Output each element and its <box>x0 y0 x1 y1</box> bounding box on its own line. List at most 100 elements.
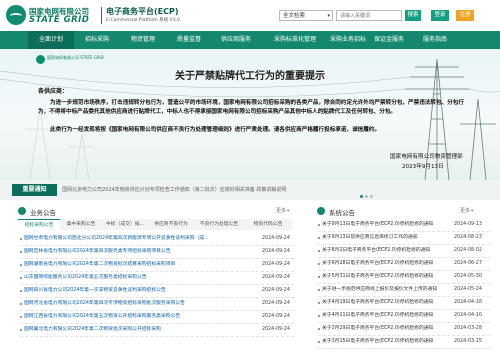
table-row[interactable]: 国网吉林省电力有限公司2024年第四次服务类专项招标采购项目公告 2024-09-… <box>20 246 294 259</box>
tab-tender[interactable]: 招标采购公告 <box>18 219 60 231</box>
sys-title[interactable]: 关于9月13日电子商务平台(ECP2.0)停机检修的通知 <box>322 219 444 231</box>
list-item[interactable]: 关于9月13日前供应商信息库修订工作的通知 2024-08-23 <box>318 232 490 245</box>
row-date: 2024-09-24 <box>262 301 290 306</box>
chevron-down-icon: ▾ <box>327 13 330 19</box>
row-date: 2024-09-24 <box>262 288 290 293</box>
table-row[interactable]: 国网河北省电力有限公司2024年第四次专项物资招标采购批次服务采购公告 2024-… <box>20 298 294 311</box>
sys-title[interactable]: 关于4月19日电子商务平台(ECP2.0)停机检修的通知 <box>322 297 444 309</box>
banner-logo-icon <box>36 55 45 64</box>
row-date: 2024-09-24 <box>262 249 290 254</box>
banner-paragraph-1: 为进一步规范市场秩序，打击违规转分包行为，营造公平的市场环境，国家电网有限公司招… <box>38 100 464 115</box>
sys-title[interactable]: 关于6月28日电子商务平台(ECP2.0)停机检修的通知 <box>322 258 444 270</box>
sys-date: 2024-04-10 <box>454 313 482 318</box>
banner-signature-org: 国家电网有限公司物资管理部 <box>390 154 463 160</box>
list-item[interactable]: 关于进一步规范供应商线上报价及报价文件上传的通知 2024-05-24 <box>318 284 490 297</box>
table-row[interactable]: 国网甘肃电力有限公司西北分公司2024年第四次新能源专项公开竞争性谈判采购（成.… <box>20 233 294 246</box>
sys-date: 2024-08-23 <box>454 235 482 240</box>
nav-item-6[interactable]: 采购业务招标 <box>330 31 366 49</box>
list-item[interactable]: 关于4月11日电子商务平台(ECP2.0)停机检修的通知 2024-04-10 <box>318 310 490 323</box>
nav-item-3[interactable]: 质量监督 <box>166 31 212 49</box>
announcement-banner[interactable]: 国家电网有限公司 STATE GRID 关于严禁贴牌代工行为的重要提示 各供应商… <box>0 49 500 180</box>
row-date: 2024-09-24 <box>262 262 290 267</box>
tab-bad-handling[interactable]: 不良行为处理公告 <box>194 219 244 230</box>
table-row[interactable]: 山东国网综能服务公司2024年第五次服务类招标采购公告 2024-09-24 <box>20 272 294 285</box>
row-title[interactable]: 国网江西省电力有限公司2024年第五次物资公开招标采购服务类采购公告 <box>24 311 248 323</box>
sys-title[interactable]: 关于8月2日电子商务平台(ECP2.0)停机检修的通知 <box>322 245 444 257</box>
sys-date: 2024-03-15 <box>454 339 482 344</box>
sys-title[interactable]: 关于进一步规范供应商线上报价及报价文件上传的通知 <box>322 284 444 296</box>
system-more-link[interactable]: 更多+ <box>460 207 474 214</box>
list-item[interactable]: 关于8月2日电子商务平台(ECP2.0)停机检修的通知 2024-08-02 <box>318 245 490 258</box>
notice-label: 重要通知 <box>12 184 57 196</box>
table-row[interactable]: 国网湖南省电力有限公司2024年第二次物资批次结算采购招标采购项目 2024-09… <box>20 259 294 272</box>
row-title[interactable]: 国网河北省电力有限公司2024年第四次专项物资招标采购批次服务采购公告 <box>24 298 248 310</box>
list-item[interactable]: 关于5月31日电子商务平台(ECP2.0)停机检修的通知 2024-05-30 <box>318 271 490 284</box>
search-scope-select[interactable]: 全文检索 ▾ <box>279 10 333 21</box>
nav-item-7[interactable]: 保证金服务 <box>366 31 412 49</box>
platform-title: 电子商务平台(ECP) <box>106 7 179 16</box>
business-panel-title: 业务公告 <box>30 209 56 217</box>
sys-title[interactable]: 关于5月31日电子商务平台(ECP2.0)停机检修的通知 <box>322 271 444 283</box>
login-button[interactable]: 登录 <box>431 10 449 21</box>
table-row[interactable]: 国网冀北电力有限公司2024年第二次物资批次采购公开招标采购 2024-09-24 <box>20 324 294 337</box>
row-date: 2024-09-24 <box>262 327 290 332</box>
row-title[interactable]: 国网吉林省电力有限公司2024年第四次服务类专项招标采购项目公告 <box>24 246 248 258</box>
list-item[interactable]: 关于3月29日电子商务平台(ECP2.0)停机检修的通知 2024-03-28 <box>318 323 490 336</box>
sys-date: 2024-08-02 <box>454 248 482 253</box>
row-date: 2024-09-24 <box>262 275 290 280</box>
carousel-dot[interactable] <box>370 195 373 198</box>
sys-title[interactable]: 关于3月15日电子商务平台(ECP2.0)停机检修的通知 <box>322 336 444 348</box>
tab-centralized[interactable]: 集中采购公告 <box>60 219 102 230</box>
banner-salutation: 各供应商： <box>38 88 69 95</box>
business-more-link[interactable]: 更多+ <box>276 207 290 214</box>
nav-item-0[interactable]: 全面计划 <box>28 31 74 49</box>
row-date: 2024-09-24 <box>262 236 290 241</box>
tab-winning[interactable]: 中标（成交）候... <box>102 219 148 230</box>
notice-carousel-dots[interactable] <box>360 193 380 198</box>
tab-bad-behavior[interactable]: 供应商不良行为 <box>148 219 194 230</box>
brand-name-en: STATE GRID <box>29 15 90 25</box>
row-title[interactable]: 国网湖南省电力有限公司2024年第二次物资批次结算采购招标采购项目 <box>24 259 248 271</box>
tab-material-code[interactable]: 物资代码公告 <box>244 219 292 230</box>
search-button[interactable]: 搜索 <box>405 10 421 21</box>
nav-item-2[interactable]: 物资管理 <box>120 31 166 49</box>
search-scope-label: 全文检索 <box>283 13 306 19</box>
nav-item-1[interactable]: 招标采购 <box>74 31 120 49</box>
sys-date: 2024-04-18 <box>454 300 482 305</box>
sys-date: 2024-05-24 <box>454 287 482 292</box>
carousel-dot[interactable] <box>365 195 368 198</box>
sys-title[interactable]: 关于4月11日电子商务平台(ECP2.0)停机检修的通知 <box>322 310 444 322</box>
sys-date: 2024-06-27 <box>454 261 482 266</box>
banner-title: 关于严禁贴牌代工行为的重要提示 <box>175 71 325 82</box>
row-title[interactable]: 国网四川省电力公司2024年第一次非物资竞争性谈判采购招标公告 <box>24 285 248 297</box>
table-row[interactable]: 国网江西省电力有限公司2024年第五次物资公开招标采购服务类采购公告 2024-0… <box>20 311 294 324</box>
main-nav: 全面计划 招标采购 物资管理 质量监督 供应商服务 采购标准化管理 采购业务招标… <box>0 31 500 49</box>
row-title[interactable]: 国网甘肃电力有限公司西北分公司2024年第四次新能源专项公开竞争性谈判采购（成.… <box>24 233 248 245</box>
site-header: 国家电网有限公司 STATE GRID 电子商务平台(ECP) E-Commer… <box>0 0 500 31</box>
search-input[interactable] <box>336 10 402 21</box>
nav-item-4[interactable]: 供应商服务 <box>212 31 260 49</box>
nav-item-8[interactable]: 服务指南 <box>412 31 458 49</box>
list-item[interactable]: 关于6月28日电子商务平台(ECP2.0)停机检修的通知 2024-06-27 <box>318 258 490 271</box>
platform-subtitle: E-Commercial Platform 系统 V3.0 <box>106 18 180 23</box>
table-row[interactable]: 国网四川省电力公司2024年第一次非物资竞争性谈判采购招标公告 2024-09-2… <box>20 285 294 298</box>
list-item[interactable]: 关于9月13日电子商务平台(ECP2.0)停机检修的通知 2024-09-13 <box>318 219 490 232</box>
nav-item-5[interactable]: 采购标准化管理 <box>260 31 330 49</box>
system-panel-title: 系统公告 <box>329 209 355 217</box>
list-item[interactable]: 关于4月19日电子商务平台(ECP2.0)停机检修的通知 2024-04-18 <box>318 297 490 310</box>
state-grid-logo-icon[interactable] <box>6 5 26 25</box>
sys-title[interactable]: 关于3月29日电子商务平台(ECP2.0)停机检修的通知 <box>322 323 444 335</box>
register-button[interactable]: 注册 <box>456 10 474 21</box>
list-item[interactable]: 关于3月15日电子商务平台(ECP2.0)停机检修的通知 2024-03-15 <box>318 336 490 349</box>
row-date: 2024-09-24 <box>262 314 290 319</box>
banner-paragraph-2: 此类行为一经发现将按《国家电网有限公司供应商不良行为处理管理细则》进行严肃处理。… <box>50 127 381 133</box>
carousel-dot[interactable] <box>360 195 363 198</box>
sys-date: 2024-03-28 <box>454 326 482 331</box>
row-title[interactable]: 国网冀北电力有限公司2024年第二次物资批次采购公开招标采购 <box>24 324 248 336</box>
sys-title[interactable]: 关于9月13日前供应商信息库修订工作的通知 <box>322 232 444 244</box>
banner-signature-date: 2023年9月13日 <box>402 164 444 170</box>
business-icon <box>18 207 26 215</box>
notice-text[interactable]: 国网北京电力公司2024年物资供应计划专项检查工作通知（第二批次）应做好相关准备… <box>62 186 286 193</box>
row-title[interactable]: 山东国网综能服务公司2024年第五次服务类招标采购公告 <box>24 272 248 284</box>
sys-date: 2024-09-13 <box>454 222 482 227</box>
